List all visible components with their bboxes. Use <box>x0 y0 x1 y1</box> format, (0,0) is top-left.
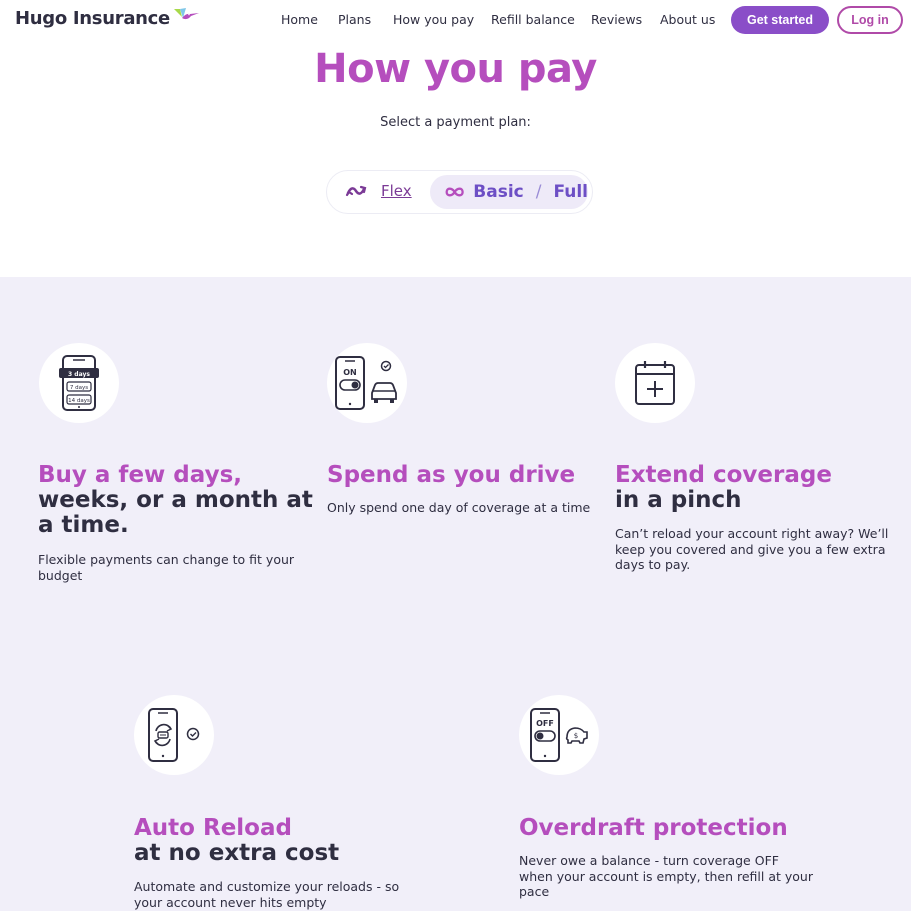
title-dark: weeks, or a month at <box>38 487 313 513</box>
site-header: Hugo Insurance Home Plans How you pay Re… <box>0 0 911 40</box>
title-dark: a time. <box>38 512 129 538</box>
title-dark: at no extra cost <box>134 840 340 866</box>
infinity-icon <box>445 187 464 197</box>
feature-icon-circle: 3 days 7 days 14 days <box>39 343 119 423</box>
icon-label-3-days: 3 days <box>68 371 90 378</box>
full-label: Full <box>553 182 588 202</box>
flex-label: Flex <box>381 182 412 200</box>
page-title: How you pay <box>314 46 597 92</box>
feature-title: Buy a few days, weeks, or a month at a t… <box>38 463 313 538</box>
nav-home[interactable]: Home <box>281 12 318 27</box>
payment-plan-toggle: Flex Basic / Full <box>326 170 593 214</box>
feature-title: Spend as you drive <box>327 463 575 488</box>
svg-text:$: $ <box>574 732 578 740</box>
feature-description: Never owe a balance - turn coverage OFF … <box>519 853 813 899</box>
feature-title: Overdraft protection <box>519 816 788 841</box>
title-accent: Buy a few days, <box>38 462 242 488</box>
title-dark: in a pinch <box>615 487 742 513</box>
slash-separator: / <box>535 182 542 202</box>
phone-on-car-icon: ON <box>335 356 397 410</box>
icon-label-off: OFF <box>536 719 554 728</box>
feature-icon-circle <box>134 695 214 775</box>
title-accent: Spend as you drive <box>327 462 576 488</box>
basic-full-option[interactable]: Basic / Full <box>430 175 588 209</box>
feature-icon-circle <box>615 343 695 423</box>
icon-label-14-days: 14 days <box>68 398 90 404</box>
nav-reviews[interactable]: Reviews <box>591 12 642 27</box>
calendar-plus-icon <box>635 361 675 405</box>
phone-auto-reload-icon <box>148 708 200 762</box>
feature-description: Can’t reload your account right away? We… <box>615 526 889 572</box>
feature-title: Extend coverage in a pinch <box>615 463 832 513</box>
features-section: 3 days 7 days 14 days Buy a few days, we… <box>0 277 911 911</box>
flex-option[interactable]: Flex <box>345 182 412 200</box>
icon-label-7-days: 7 days <box>70 385 88 391</box>
feature-description: Flexible payments can change to fit your… <box>38 552 295 583</box>
nav-about-us[interactable]: About us <box>660 12 715 27</box>
feature-icon-circle: OFF $ <box>519 695 599 775</box>
title-accent: Auto Reload <box>134 815 292 841</box>
nav-refill-balance[interactable]: Refill balance <box>491 12 575 27</box>
get-started-button[interactable]: Get started <box>731 6 829 34</box>
basic-label: Basic <box>473 182 524 202</box>
feature-description: Only spend one day of coverage at a time <box>327 500 591 515</box>
feature-icon-circle: ON <box>327 343 407 423</box>
title-accent: Extend coverage <box>615 462 832 488</box>
icon-label-on: ON <box>343 368 357 377</box>
login-button[interactable]: Log in <box>837 6 903 34</box>
wave-arrow-icon <box>345 185 367 197</box>
nav-plans[interactable]: Plans <box>338 12 371 27</box>
phone-off-piggy-bank-icon: OFF $ <box>530 708 588 762</box>
title-accent: Overdraft protection <box>519 815 788 841</box>
nav-how-you-pay[interactable]: How you pay <box>393 12 474 27</box>
plan-prompt: Select a payment plan: <box>380 115 531 130</box>
phone-day-options-icon: 3 days 7 days 14 days <box>59 355 99 411</box>
feature-description: Automate and customize your reloads - so… <box>134 879 400 910</box>
feature-title: Auto Reload at no extra cost <box>134 816 339 866</box>
